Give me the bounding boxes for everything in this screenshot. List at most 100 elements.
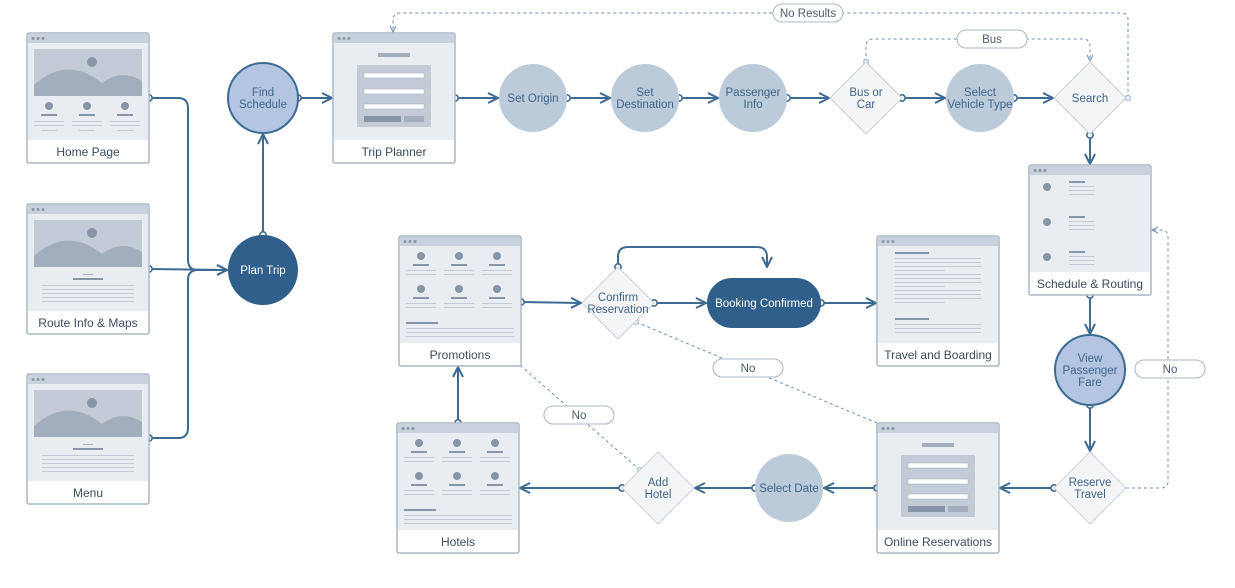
screen-menu[interactable]: Menu (26, 373, 150, 505)
browser-bar (878, 237, 998, 246)
label-text: No (1163, 364, 1178, 376)
input-placeholder (907, 462, 969, 469)
decision-search[interactable]: Search (1053, 61, 1127, 135)
step-label: Destination (616, 99, 674, 111)
grid-item-icon (415, 439, 423, 447)
button-placeholder (948, 506, 968, 512)
step-label: Passenger (726, 87, 781, 99)
step-set-destination[interactable]: Set Destination (611, 64, 679, 132)
step-booking-confirmed[interactable]: Booking Confirmed (707, 278, 821, 328)
label-text: Bus (982, 34, 1002, 46)
button-placeholder (364, 116, 401, 122)
label-text: No Results (780, 8, 836, 20)
step-select-vehicle-type[interactable]: Select Vehicle Type (946, 64, 1014, 132)
window-dot-icon (891, 427, 895, 430)
window-dot-icon (31, 208, 35, 211)
grid-item-icon (493, 285, 501, 293)
window-dot-icon (1038, 169, 1042, 172)
grid-item-icon (455, 252, 463, 260)
decision-confirm-reservation[interactable]: Confirm Reservation (581, 266, 655, 340)
button-placeholder (908, 506, 945, 512)
screen-title: Menu (73, 486, 103, 500)
screen-trip-planner[interactable]: Trip Planner (332, 32, 456, 164)
screen-schedule[interactable]: Schedule & Routing (1028, 164, 1152, 296)
grid-item-icon (453, 439, 461, 447)
step-set-origin[interactable]: Set Origin (499, 64, 567, 132)
step-label: Schedule (239, 99, 287, 111)
browser-bar (398, 424, 518, 433)
decision-bus-or-car[interactable]: Bus or Car (829, 61, 903, 135)
screen-title: Promotions (430, 348, 491, 362)
step-label: View (1078, 353, 1103, 365)
edge-label-no-confirm: No (712, 358, 784, 378)
decision-label: Travel (1074, 489, 1106, 501)
screen-title: Online Reservations (884, 535, 992, 549)
screen-title: Schedule & Routing (1037, 277, 1143, 291)
decision-label: Add (648, 477, 668, 489)
window-dot-icon (1043, 169, 1047, 172)
window-dot-icon (31, 37, 35, 40)
step-label: Find (252, 87, 274, 99)
input-placeholder (363, 88, 425, 95)
decision-label: Car (857, 99, 876, 111)
window-dot-icon (36, 37, 40, 40)
decision-label: Bus or (849, 87, 882, 99)
grid-item-icon (415, 472, 423, 480)
window-dot-icon (41, 37, 45, 40)
window-dot-icon (337, 37, 341, 40)
window-dot-icon (347, 37, 351, 40)
step-label: Set Origin (507, 93, 558, 105)
window-dot-icon (891, 240, 895, 243)
decision-label: Hotel (645, 489, 672, 501)
sun-icon (87, 57, 97, 67)
browser-bar (28, 375, 148, 384)
screen-title: Home Page (56, 145, 120, 159)
window-dot-icon (1033, 169, 1037, 172)
window-dot-icon (403, 240, 407, 243)
step-view-passenger-fare[interactable]: View Passenger Fare (1054, 334, 1126, 406)
screen-route[interactable]: Route Info & Maps (26, 203, 150, 335)
window-dot-icon (881, 427, 885, 430)
step-passenger-info[interactable]: Passenger Info (719, 64, 787, 132)
screen-hotels[interactable]: Hotels (396, 422, 520, 554)
input-placeholder (363, 72, 425, 79)
sun-icon (87, 398, 97, 408)
window-dot-icon (41, 378, 45, 381)
step-label: Info (743, 99, 762, 111)
label-text: No (741, 363, 756, 375)
browser-bar (1030, 166, 1150, 175)
step-find-schedule[interactable]: Find Schedule (227, 62, 299, 134)
window-dot-icon (886, 240, 890, 243)
feature-icon (83, 102, 91, 110)
step-label: Set (636, 87, 654, 99)
decision-reserve-travel[interactable]: Reserve Travel (1053, 451, 1127, 525)
edge-label-no-reserve: No (1134, 359, 1206, 379)
window-dot-icon (41, 208, 45, 211)
screen-home[interactable]: Home Page (26, 32, 150, 164)
step-label: Passenger (1063, 365, 1118, 377)
screen-title: Trip Planner (362, 145, 427, 159)
list-icon (1043, 183, 1051, 191)
window-dot-icon (36, 208, 40, 211)
window-dot-icon (413, 240, 417, 243)
window-dot-icon (401, 427, 405, 430)
sun-icon (87, 228, 97, 238)
screen-online[interactable]: Online Reservations (876, 422, 1000, 554)
window-dot-icon (881, 240, 885, 243)
window-dot-icon (886, 427, 890, 430)
step-plan-trip[interactable]: Plan Trip (228, 235, 298, 305)
screen-travel[interactable]: Travel and Boarding (876, 235, 1000, 367)
list-icon (1043, 253, 1051, 261)
screen-title: Travel and Boarding (884, 348, 992, 362)
screen-promotions[interactable]: Promotions (398, 235, 522, 367)
browser-bar (28, 34, 148, 43)
window-dot-icon (411, 427, 415, 430)
decision-add-hotel[interactable]: Add Hotel (621, 451, 695, 525)
step-select-date[interactable]: Select Date (755, 454, 823, 522)
grid-item-icon (491, 439, 499, 447)
step-label: Fare (1078, 377, 1102, 389)
feature-icon (45, 102, 53, 110)
input-placeholder (907, 478, 969, 485)
screen-title: Hotels (441, 535, 475, 549)
grid-item-icon (493, 252, 501, 260)
